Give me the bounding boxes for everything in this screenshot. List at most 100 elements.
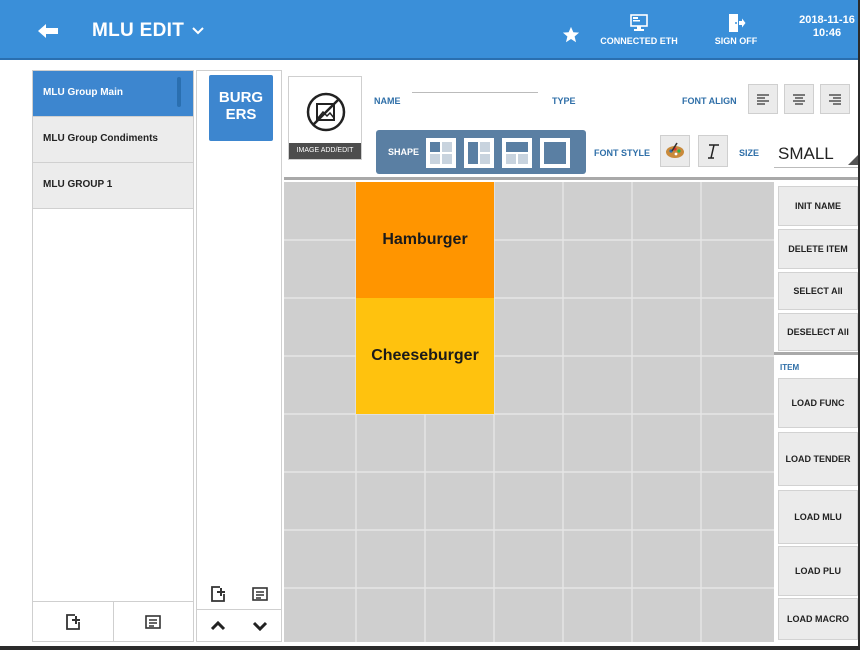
type-label: TYPE (552, 96, 576, 106)
arrow-left-icon (38, 24, 58, 38)
shape-selector: SHAPE (376, 130, 586, 174)
chevron-down-icon (192, 27, 204, 35)
shape-wide-icon (506, 142, 528, 164)
frame-edge (0, 646, 860, 650)
load-plu-button[interactable]: LOAD PLU (778, 546, 858, 596)
mlu-edit-screen: MLU EDIT CONNECTED ETH SIGN OFF 2018-11-… (0, 0, 860, 650)
sign-off-button[interactable]: SIGN OFF (706, 13, 766, 46)
shape-wide-button[interactable] (502, 138, 532, 168)
load-mlu-button[interactable]: LOAD MLU (778, 490, 858, 544)
font-align-label: FONT ALIGN (682, 96, 737, 106)
load-macro-button[interactable]: LOAD MACRO (778, 598, 858, 640)
load-macro-label: LOAD MACRO (787, 614, 849, 624)
add-page-icon (211, 586, 225, 602)
delete-item-label: DELETE ITEM (788, 244, 848, 254)
align-right-button[interactable] (820, 84, 850, 114)
chevron-up-icon (210, 620, 226, 630)
mlu-group-list: MLU Group Main MLU Group Condiments MLU … (32, 70, 194, 642)
mlu-button-hamburger[interactable]: Hamburger (356, 182, 494, 298)
item-section-label: ITEM (780, 363, 800, 372)
shape-tall-icon (468, 142, 490, 164)
subgroup-burgers-button[interactable]: BURG ERS (209, 75, 273, 141)
align-left-icon (757, 94, 769, 105)
mlu-subgroup-panel: BURG ERS (196, 70, 282, 642)
size-label: SIZE (739, 148, 760, 158)
chevron-down-icon (252, 621, 268, 631)
top-bar: MLU EDIT CONNECTED ETH SIGN OFF 2018-11-… (0, 0, 860, 60)
group-item-main[interactable]: MLU Group Main (33, 71, 193, 117)
shape-full-button[interactable] (540, 138, 570, 168)
mlu-button-cheeseburger[interactable]: Cheeseburger (356, 298, 494, 414)
shape-quarter-icon (430, 142, 452, 164)
font-color-button[interactable] (660, 135, 690, 167)
load-plu-label: LOAD PLU (795, 566, 841, 576)
select-all-label: SELECT All (793, 286, 843, 296)
shape-label: SHAPE (388, 147, 420, 157)
action-panel: INIT NAME DELETE ITEM SELECT All DESELEC… (774, 182, 860, 642)
size-select[interactable]: SMALL (774, 138, 860, 168)
add-subgroup-button[interactable] (197, 579, 239, 609)
align-left-button[interactable] (748, 84, 778, 114)
subgroup-tools (197, 579, 281, 609)
date-text: 2018-11-16 (799, 14, 855, 26)
list-scrollbar[interactable] (177, 77, 181, 107)
load-mlu-label: LOAD MLU (794, 512, 842, 522)
palette-icon (666, 142, 684, 158)
mlu-button-grid[interactable]: Hamburger Cheeseburger (284, 182, 774, 642)
align-right-icon (829, 94, 841, 105)
shape-tall-button[interactable] (464, 138, 494, 168)
load-func-button[interactable]: LOAD FUNC (778, 378, 858, 428)
image-edit-icon (306, 92, 346, 132)
load-tender-label: LOAD TENDER (785, 454, 851, 464)
size-value: SMALL (778, 144, 834, 163)
name-field[interactable] (412, 92, 538, 93)
sign-off-label: SIGN OFF (714, 36, 758, 46)
shape-quarter-button[interactable] (426, 138, 456, 168)
add-group-button[interactable] (33, 602, 113, 641)
group-item-group-1[interactable]: MLU GROUP 1 (33, 163, 193, 209)
back-button[interactable] (30, 16, 66, 46)
date-time-display: 2018-11-16 10:46 (792, 14, 860, 40)
title-dropdown[interactable]: MLU EDIT (92, 18, 204, 44)
page-title: MLU EDIT (92, 20, 185, 41)
scroll-up-button[interactable] (197, 610, 239, 641)
font-style-label: FONT STYLE (594, 148, 650, 158)
delete-item-button[interactable]: DELETE ITEM (778, 229, 858, 269)
add-page-icon (65, 613, 80, 630)
group-list-footer (33, 601, 193, 641)
group-list-menu-button[interactable] (112, 602, 194, 641)
init-name-button[interactable]: INIT NAME (778, 186, 858, 226)
monitor-icon (630, 14, 648, 31)
button-editor-toolbar: IMAGE ADD/EDIT NAME TYPE FONT ALIGN SHAP… (284, 70, 860, 180)
time-text: 10:46 (812, 27, 842, 39)
subgroup-label-line1: BURG (218, 89, 264, 106)
align-center-button[interactable] (784, 84, 814, 114)
font-italic-button[interactable] (698, 135, 728, 167)
group-item-label: MLU Group Condiments (43, 133, 158, 144)
star-icon (562, 26, 580, 43)
shape-full-icon (544, 142, 566, 164)
divider (774, 352, 860, 355)
load-tender-button[interactable]: LOAD TENDER (778, 432, 858, 486)
image-add-edit-button[interactable]: IMAGE ADD/EDIT (288, 76, 362, 160)
connection-label: CONNECTED ETH (600, 36, 678, 46)
subgroup-menu-button[interactable] (239, 579, 281, 609)
exit-door-icon (729, 14, 746, 32)
list-icon (252, 587, 268, 601)
subgroup-nav (197, 609, 281, 641)
connection-status-button[interactable]: CONNECTED ETH (600, 13, 678, 46)
button-label: Cheeseburger (371, 347, 479, 364)
deselect-all-label: DESELECT All (787, 327, 849, 337)
name-label: NAME (374, 96, 401, 106)
align-center-icon (793, 94, 805, 105)
button-label: Hamburger (382, 231, 468, 248)
init-name-label: INIT NAME (795, 201, 841, 211)
italic-t-icon (708, 144, 719, 159)
favorite-button[interactable] (558, 22, 584, 48)
select-all-button[interactable]: SELECT All (778, 272, 858, 310)
group-item-condiments[interactable]: MLU Group Condiments (33, 117, 193, 163)
scroll-down-button[interactable] (239, 610, 281, 641)
deselect-all-button[interactable]: DESELECT All (778, 313, 858, 351)
image-add-edit-label: IMAGE ADD/EDIT (289, 143, 361, 159)
load-func-label: LOAD FUNC (791, 398, 845, 408)
